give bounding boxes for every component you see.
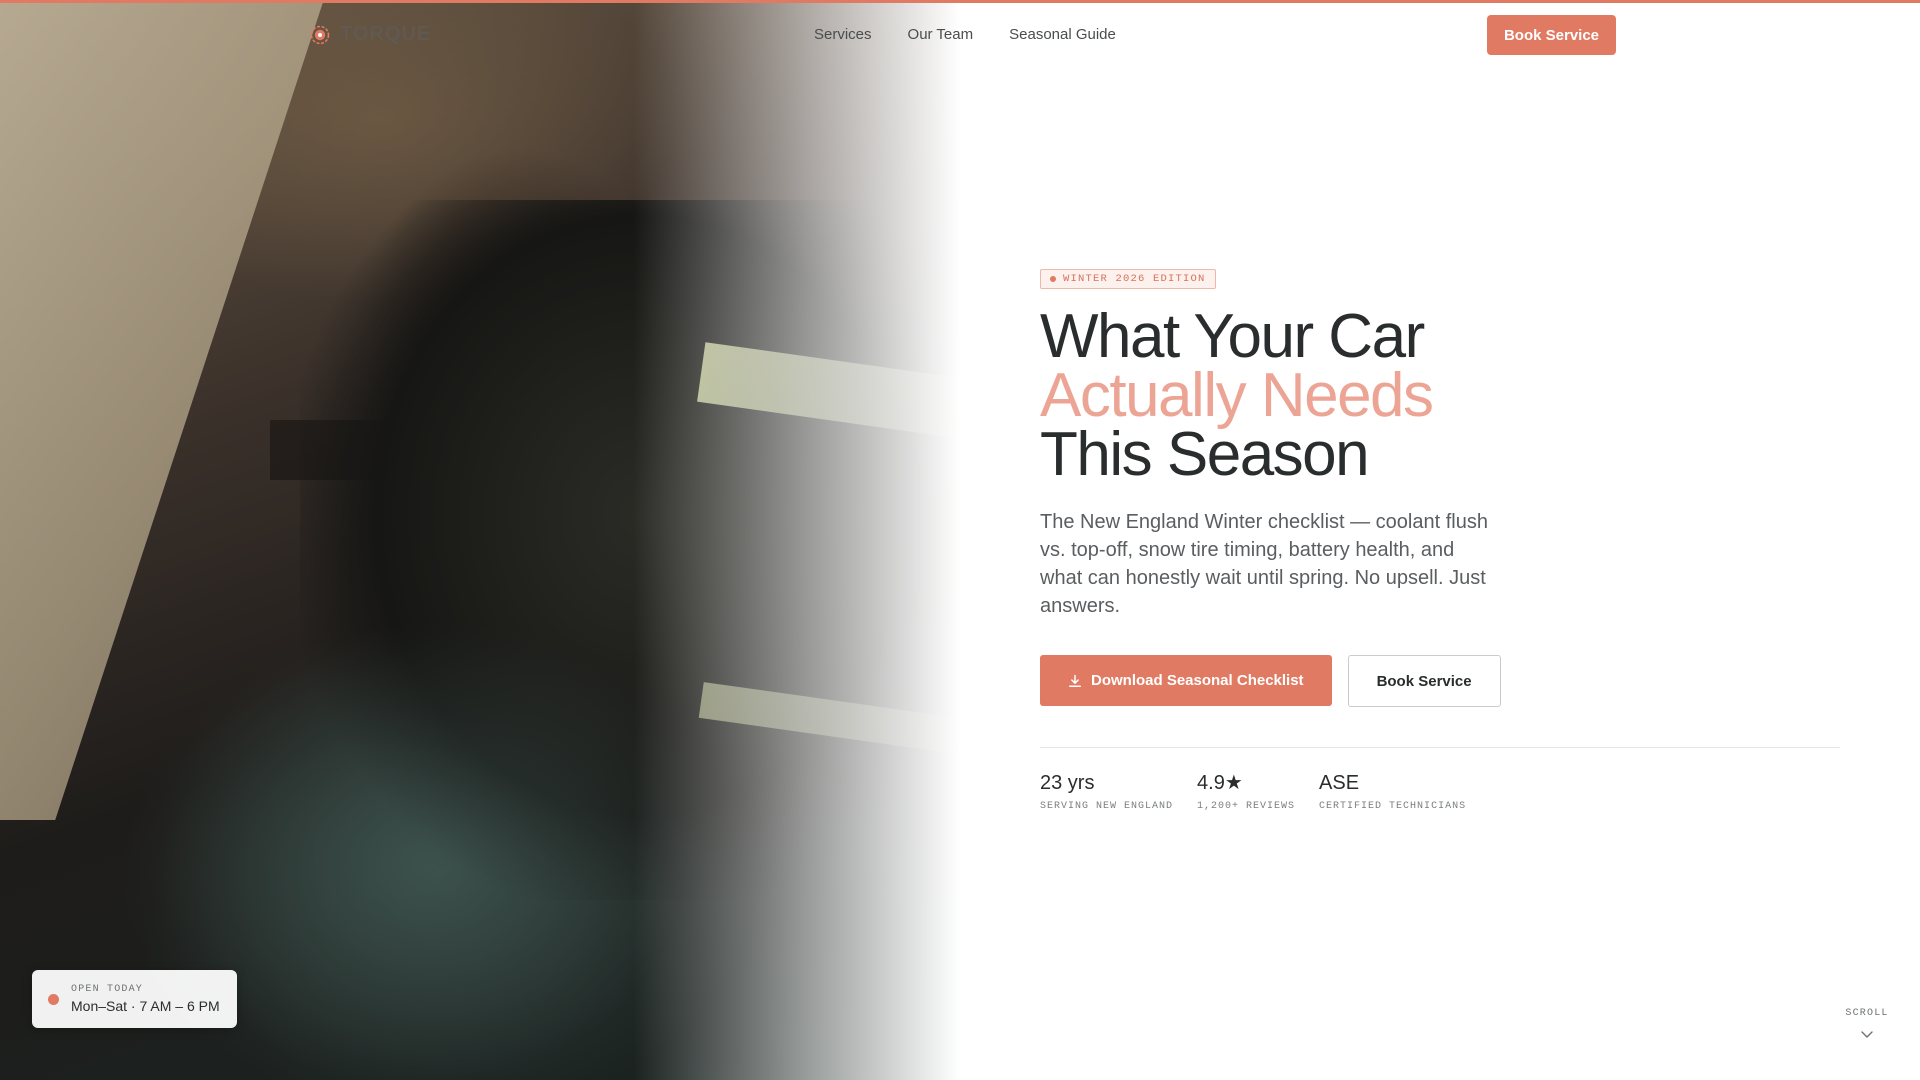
download-checklist-label: Download Seasonal Checklist [1091,672,1304,689]
headline-line-3: This Season [1040,420,1370,489]
top-accent-bar [0,0,1920,3]
nav-link-our-team[interactable]: Our Team [908,26,974,43]
download-icon [1069,674,1081,687]
open-today-label: OPEN TODAY [71,984,144,995]
stat-rating: 4.9★ 1,200+ REVIEWS [1197,771,1295,812]
stat-certification: ASE CERTIFIED TECHNICIANS [1319,771,1466,812]
hero-image-fade [0,0,960,1080]
stats-divider [1040,747,1840,748]
nav-link-seasonal-guide[interactable]: Seasonal Guide [1009,26,1116,43]
gear-shield-icon [310,25,330,44]
hours-text-group: OPEN TODAY Mon–Sat · 7 AM – 6 PM [71,984,220,1014]
nav-links: Services Our Team Seasonal Guide [814,26,1116,43]
brand-logo[interactable]: TORQUE [310,23,431,46]
open-status-dot [48,993,59,1005]
badge-dot [1050,276,1056,282]
edition-badge-text: WINTER 2026 EDITION [1063,273,1206,285]
hero-content: WINTER 2026 EDITION What Your Car Actual… [1040,269,1840,812]
stat-value: 23 yrs [1040,772,1095,794]
open-hours-text: Mon–Sat · 7 AM – 6 PM [71,998,220,1014]
stat-value: 4.9★ [1197,772,1243,794]
brand-name: TORQUE [340,23,432,45]
stat-value: ASE [1319,772,1360,794]
stat-label: CERTIFIED TECHNICIANS [1319,801,1467,812]
stat-label: SERVING NEW ENGLAND [1040,801,1174,812]
stats-row: 23 yrs SERVING NEW ENGLAND 4.9★ 1,200+ R… [1040,771,1840,812]
nav-book-service-button[interactable]: Book Service [1487,15,1616,55]
edition-badge: WINTER 2026 EDITION [1040,269,1216,289]
scroll-label: SCROLL [1845,1008,1889,1019]
book-service-button[interactable]: Book Service [1347,655,1501,707]
headline-line-2-accent: Actually Needs [1040,361,1434,430]
nav-link-services[interactable]: Services [814,26,872,43]
stat-label: 1,200+ REVIEWS [1197,801,1296,812]
scroll-indicator[interactable]: SCROLL [1845,1008,1889,1046]
stat-years: 23 yrs SERVING NEW ENGLAND [1040,771,1173,812]
hero-description: The New England Winter checklist — coola… [1040,511,1488,617]
cta-row: Download Seasonal Checklist Book Service [1040,655,1840,707]
download-checklist-button[interactable]: Download Seasonal Checklist [1040,655,1332,706]
page-headline: What Your Car Actually Needs This Season [1040,302,1840,489]
headline-line-1: What Your Car [1040,302,1425,371]
hero-photo [0,0,960,1080]
open-hours-card: OPEN TODAY Mon–Sat · 7 AM – 6 PM [32,970,237,1028]
top-nav: TORQUE Services Our Team Seasonal Guide … [0,3,1920,67]
chevron-down-icon [1861,1031,1873,1038]
